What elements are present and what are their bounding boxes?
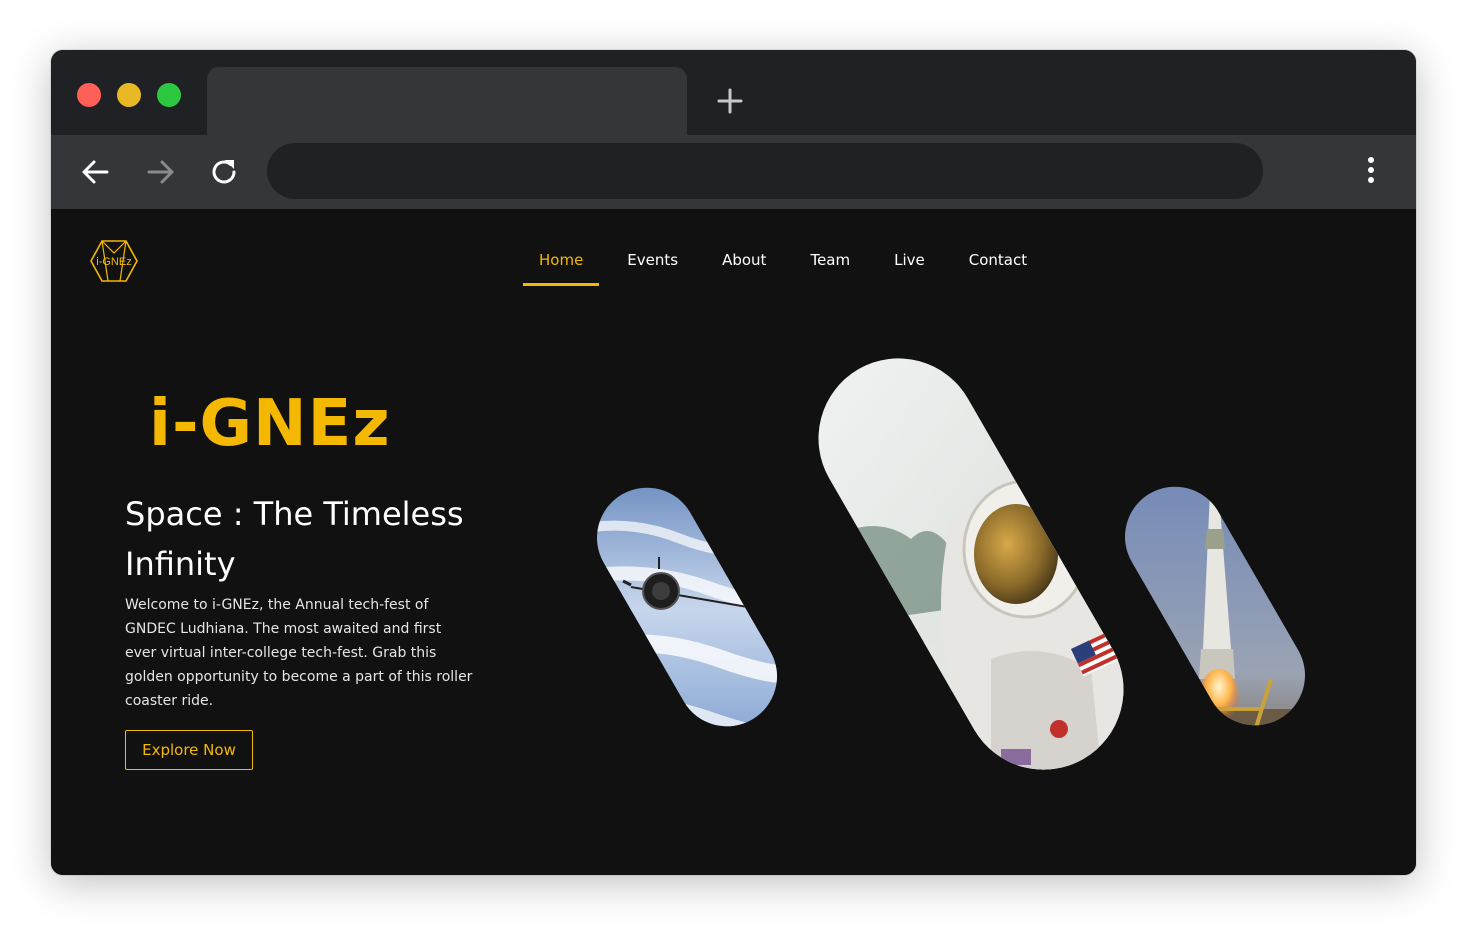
maximize-window-button[interactable] — [157, 83, 181, 107]
browser-tab[interactable] — [207, 67, 687, 135]
arrow-left-icon[interactable] — [79, 155, 113, 189]
minimize-window-button[interactable] — [117, 83, 141, 107]
plus-icon[interactable] — [715, 86, 745, 116]
close-window-button[interactable] — [77, 83, 101, 107]
nav-about[interactable]: About — [706, 247, 782, 283]
arrow-right-icon[interactable] — [143, 155, 177, 189]
browser-window: i-GNEz Home Events About Team Live Conta… — [51, 50, 1416, 875]
nav-home[interactable]: Home — [523, 247, 600, 286]
svg-text:i-GNEz: i-GNEz — [96, 256, 131, 268]
rocket-image — [1106, 468, 1324, 744]
nav-contact[interactable]: Contact — [953, 247, 1043, 283]
nav-team[interactable]: Team — [794, 247, 866, 283]
main-nav: Home Events About Team Live Contact — [523, 247, 1055, 286]
explore-now-button[interactable]: Explore Now — [125, 730, 253, 770]
satellite-image — [578, 469, 796, 745]
hero-description: Welcome to i-GNEz, the Annual tech-fest … — [125, 597, 473, 709]
hero-title: i-GNEz — [149, 387, 391, 461]
nav-events[interactable]: Events — [611, 247, 694, 283]
browser-toolbar — [51, 135, 1416, 209]
tab-bar — [51, 50, 1416, 135]
site-logo[interactable]: i-GNEz — [89, 239, 139, 283]
more-vertical-icon[interactable] — [1361, 155, 1381, 189]
nav-live[interactable]: Live — [878, 247, 941, 283]
reload-icon[interactable] — [207, 155, 241, 189]
hero-artwork — [578, 349, 1324, 799]
astronaut-image — [791, 349, 1153, 799]
hero-subtitle: Space : The Timeless Infinity — [125, 495, 464, 583]
address-bar[interactable] — [267, 143, 1263, 199]
webpage: i-GNEz Home Events About Team Live Conta… — [51, 209, 1416, 875]
